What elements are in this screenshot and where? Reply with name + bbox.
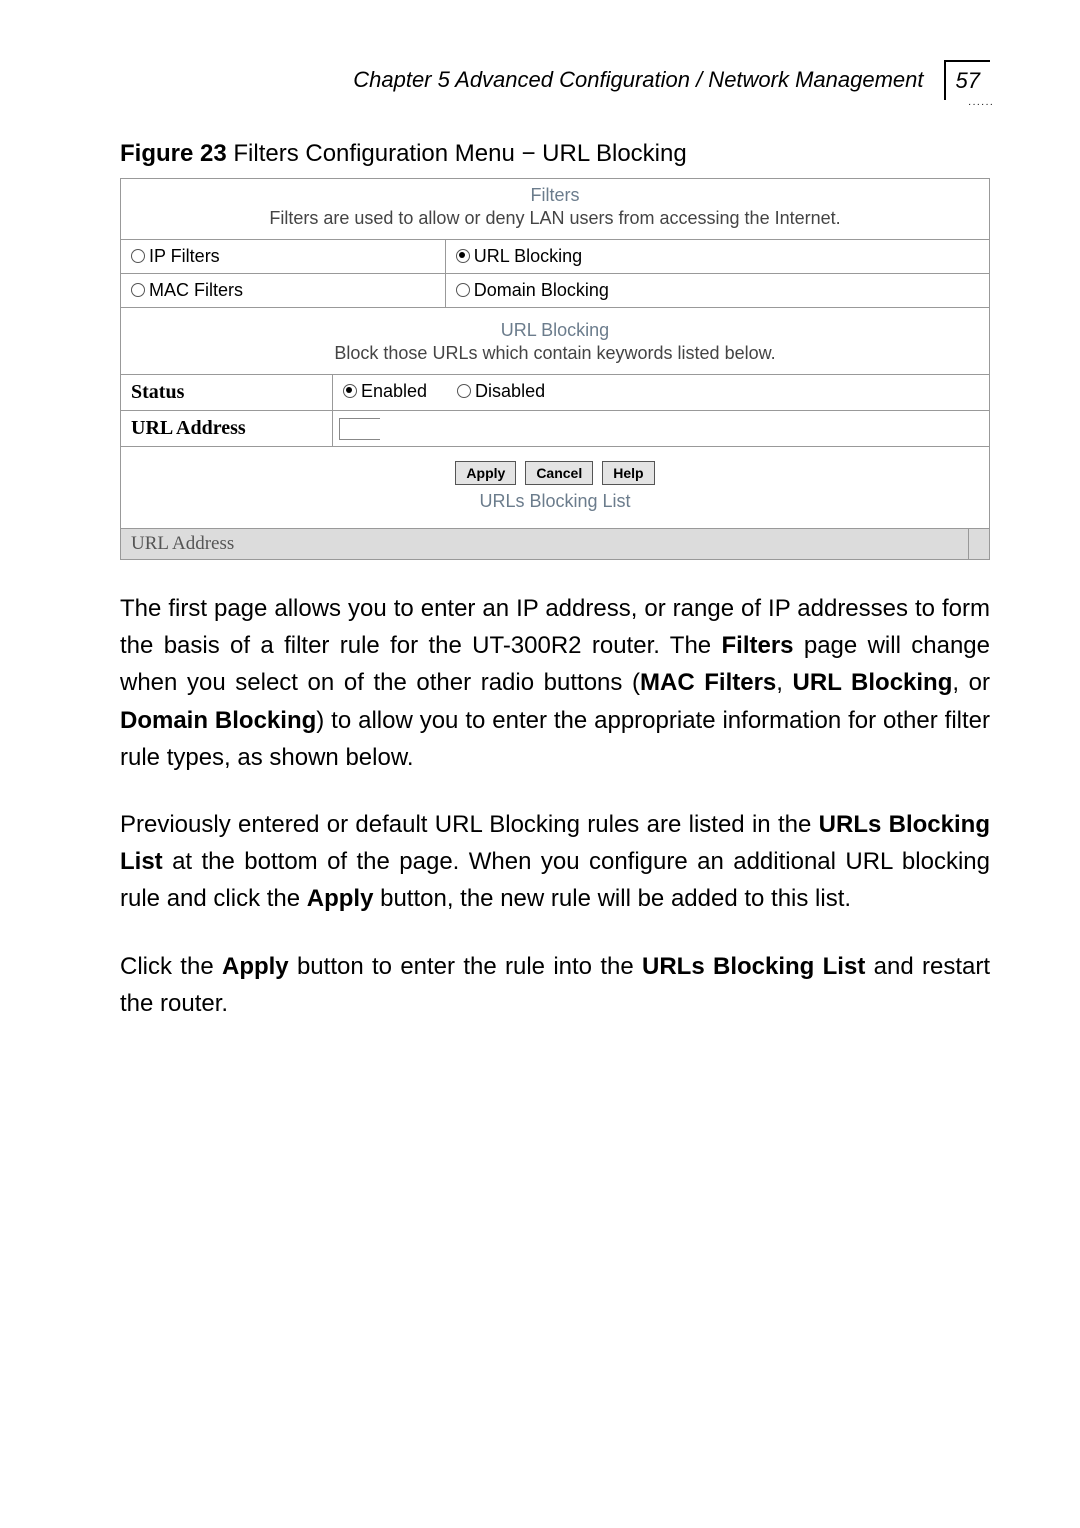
url-blocking-option[interactable]: URL Blocking xyxy=(446,240,989,273)
filter-row-2: MAC Filters Domain Blocking xyxy=(121,273,989,307)
p3-bold-apply: Apply xyxy=(222,953,289,980)
urls-blocking-list-action-col xyxy=(968,529,989,559)
p3-bold-list: URLs Blocking List xyxy=(642,953,865,980)
url-address-input[interactable] xyxy=(339,418,380,440)
p2-bold-apply: Apply xyxy=(307,885,374,912)
mac-filters-label: MAC Filters xyxy=(149,280,243,300)
url-address-label: URL Address xyxy=(121,411,333,446)
decorative-dots: ······ xyxy=(968,99,994,110)
status-label: Status xyxy=(121,375,333,410)
chapter-title: Chapter 5 Advanced Configuration / Netwo… xyxy=(120,67,944,93)
p1-bold-domain: Domain Blocking xyxy=(120,707,316,734)
url-blocking-title: URL Blocking xyxy=(121,307,989,343)
radio-icon xyxy=(343,384,357,398)
p1-bold-filters: Filters xyxy=(722,632,794,659)
status-value: Enabled Disabled xyxy=(333,375,989,410)
url-address-row: URL Address xyxy=(121,410,989,446)
urls-blocking-list-col: URL Address xyxy=(121,529,968,559)
p1-text: , xyxy=(776,669,792,696)
page-number: 57 ······ xyxy=(944,60,990,100)
figure-caption: Figure 23 Filters Configuration Menu − U… xyxy=(120,140,990,168)
p2-text: button, the new rule will be added to th… xyxy=(373,885,851,912)
paragraph-3: Click the Apply button to enter the rule… xyxy=(120,948,990,1022)
radio-icon xyxy=(456,249,470,263)
status-disabled-option[interactable]: Disabled xyxy=(457,381,545,401)
status-row: Status Enabled Disabled xyxy=(121,374,989,410)
help-button[interactable]: Help xyxy=(602,461,654,485)
buttons-row: Apply Cancel Help URLs Blocking List xyxy=(121,446,989,528)
status-enabled-option[interactable]: Enabled xyxy=(343,381,432,401)
filters-title: Filters xyxy=(121,179,989,208)
apply-button[interactable]: Apply xyxy=(455,461,516,485)
figure-text: Filters Configuration Menu − URL Blockin… xyxy=(227,140,687,167)
p3-text: button to enter the rule into the xyxy=(289,953,642,980)
disabled-label: Disabled xyxy=(475,381,545,401)
paragraph-1: The first page allows you to enter an IP… xyxy=(120,590,990,776)
p2-text: Previously entered or default URL Blocki… xyxy=(120,811,819,838)
mac-filters-option[interactable]: MAC Filters xyxy=(121,274,446,307)
filter-row-1: IP Filters URL Blocking xyxy=(121,239,989,273)
p1-bold-mac: MAC Filters xyxy=(640,669,776,696)
radio-icon xyxy=(131,283,145,297)
url-blocking-label: URL Blocking xyxy=(474,246,582,266)
figure-label: Figure 23 xyxy=(120,140,227,167)
urls-blocking-list-title: URLs Blocking List xyxy=(121,485,989,518)
ip-filters-label: IP Filters xyxy=(149,246,220,266)
page-number-text: 57 xyxy=(956,68,980,93)
radio-icon xyxy=(456,283,470,297)
url-blocking-subtitle: Block those URLs which contain keywords … xyxy=(121,343,989,374)
page-header: Chapter 5 Advanced Configuration / Netwo… xyxy=(120,60,990,100)
urls-blocking-list-header: URL Address xyxy=(121,528,989,559)
ip-filters-option[interactable]: IP Filters xyxy=(121,240,446,273)
radio-icon xyxy=(457,384,471,398)
filters-panel: Filters Filters are used to allow or den… xyxy=(120,178,990,560)
filters-subtitle: Filters are used to allow or deny LAN us… xyxy=(121,208,989,239)
p1-text: , or xyxy=(952,669,990,696)
domain-blocking-label: Domain Blocking xyxy=(474,280,609,300)
radio-icon xyxy=(131,249,145,263)
p3-text: Click the xyxy=(120,953,222,980)
domain-blocking-option[interactable]: Domain Blocking xyxy=(446,274,989,307)
enabled-label: Enabled xyxy=(361,381,427,401)
paragraph-2: Previously entered or default URL Blocki… xyxy=(120,806,990,918)
p1-bold-url: URL Blocking xyxy=(793,669,953,696)
cancel-button[interactable]: Cancel xyxy=(525,461,593,485)
